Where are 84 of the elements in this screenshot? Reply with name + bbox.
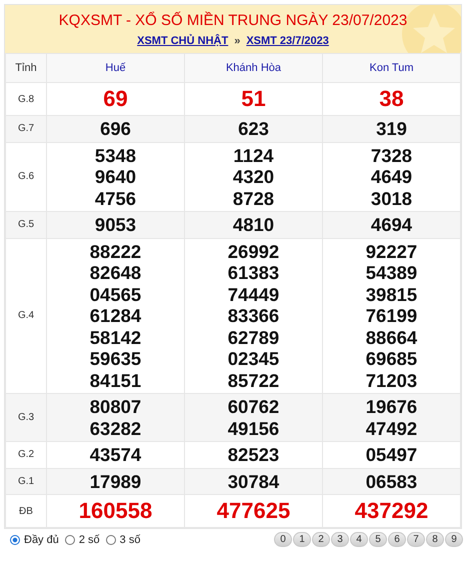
result-number: 62789	[226, 326, 280, 348]
breadcrumb-link[interactable]: XSMT 23/7/2023	[246, 35, 329, 47]
prize-label: G.5	[6, 212, 46, 238]
result-number: 80807	[88, 396, 142, 418]
breadcrumb-separator: »	[234, 35, 240, 47]
result-number: 85722	[226, 370, 280, 391]
result-number: 74449	[226, 284, 280, 305]
result-number: 05497	[364, 444, 418, 466]
result-number: 319	[375, 118, 408, 140]
result-number: 19676	[364, 396, 418, 418]
result-number: 69685	[364, 348, 418, 370]
result-number: 9053	[94, 214, 138, 236]
result-number: 437292	[354, 499, 430, 523]
result-number: 4810	[232, 214, 276, 236]
digit-button[interactable]: 2	[312, 532, 330, 547]
result-number: 47492	[364, 418, 418, 439]
result-number: 63282	[88, 418, 142, 439]
digit-button[interactable]: 4	[350, 532, 368, 547]
result-number: 8728	[232, 188, 276, 209]
result-number: 82648	[88, 262, 142, 284]
result-number: 02345	[226, 348, 280, 370]
result-number: 06583	[364, 470, 418, 492]
digit-button[interactable]: 5	[369, 532, 387, 547]
breadcrumb-link[interactable]: XSMT CHỦ NHẬT	[137, 35, 228, 47]
digit-button[interactable]: 8	[426, 532, 444, 547]
result-number: 60762	[226, 396, 280, 418]
result-number: 54389	[364, 262, 418, 284]
result-number: 17989	[88, 470, 142, 492]
digit-button[interactable]: 7	[407, 532, 425, 547]
prize-label: ĐB	[6, 494, 46, 528]
result-number: 477625	[216, 499, 292, 523]
result-number: 38	[378, 87, 405, 111]
result-number: 61383	[226, 262, 280, 284]
result-number: 30784	[226, 470, 280, 492]
prize-label: G.2	[6, 442, 46, 468]
result-number: 4756	[94, 188, 138, 209]
radio-label: 2 số	[78, 534, 100, 546]
digit-button[interactable]: 6	[388, 532, 406, 547]
result-number: 4320	[232, 166, 276, 188]
result-number: 69	[102, 87, 129, 111]
result-number: 51	[240, 87, 267, 111]
prize-label: G.6	[6, 142, 46, 212]
result-number: 76199	[364, 305, 418, 326]
digit-button[interactable]: 0	[274, 532, 292, 547]
result-number: 5348	[94, 144, 138, 166]
result-number: 04565	[88, 284, 142, 305]
result-number: 49156	[226, 418, 280, 439]
radio-button[interactable]	[64, 534, 75, 544]
digit-button[interactable]: 9	[445, 532, 463, 547]
result-number: 39815	[364, 284, 418, 305]
digit-button[interactable]: 3	[331, 532, 349, 547]
column-header: Huế	[46, 54, 184, 82]
result-number: 71203	[364, 370, 418, 391]
radio-button[interactable]	[106, 534, 116, 544]
result-number: 88222	[88, 240, 142, 262]
result-number: 623	[237, 118, 270, 140]
prize-label: G.7	[6, 116, 46, 142]
radio-label: Đầy đủ	[24, 534, 59, 546]
result-number: 1124	[232, 144, 275, 166]
result-number: 92227	[364, 240, 418, 262]
result-number: 4694	[370, 214, 414, 236]
result-number: 4649	[370, 166, 414, 188]
column-header: Tỉnh	[6, 54, 46, 82]
result-number: 696	[99, 118, 132, 140]
result-number: 160558	[78, 499, 154, 523]
digit-button[interactable]: 1	[293, 532, 311, 547]
result-number: 26992	[226, 240, 280, 262]
result-number: 61284	[88, 305, 142, 326]
radio-label: 3 số	[120, 534, 140, 546]
result-number: 84151	[88, 370, 142, 391]
result-number: 3018	[370, 188, 414, 209]
result-number: 43574	[88, 444, 142, 466]
column-header: Khánh Hòa	[184, 54, 322, 82]
column-header: Kon Tum	[322, 54, 460, 82]
radio-button[interactable]	[10, 534, 20, 544]
result-number: 82523	[226, 444, 280, 466]
result-number: 59635	[88, 348, 142, 370]
result-number: 83366	[226, 305, 280, 326]
page-title: KQXSMT - XỔ SỐ MIỀN TRUNG NGÀY 23/07/2023	[58, 11, 408, 31]
result-number: 7328	[370, 144, 414, 166]
result-number: 88664	[364, 326, 418, 348]
result-number: 58142	[88, 326, 142, 348]
result-number: 9640	[94, 166, 138, 188]
prize-label: G.4	[6, 238, 46, 394]
